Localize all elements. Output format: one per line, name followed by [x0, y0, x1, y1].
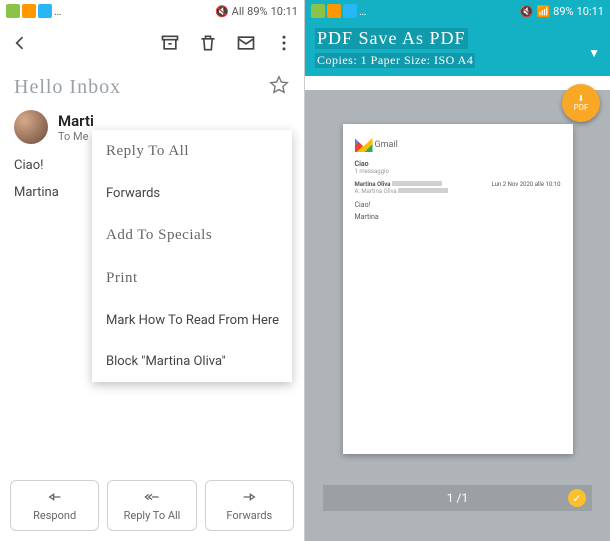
preview-body-line: Ciao! — [355, 201, 561, 209]
status-more: … — [359, 5, 366, 18]
email-view-screen: … 🔇 All 89% 10:11 Hello Inbox — [0, 0, 305, 541]
more-icon[interactable] — [274, 33, 294, 57]
wifi-icon: 📶 — [536, 5, 550, 18]
reply-all-button[interactable]: Reply To All — [107, 480, 196, 531]
menu-mark-read[interactable]: Mark How To Read From Here — [92, 300, 292, 341]
time-label: 10:11 — [577, 5, 604, 18]
save-pdf-button[interactable]: ⬇ PDF — [562, 84, 600, 122]
menu-forwards[interactable]: Forwards — [92, 173, 292, 214]
gmail-text: Gmail — [375, 140, 398, 150]
menu-block[interactable]: Block "Martina Oliva" — [92, 341, 292, 382]
battery-label: 89% — [247, 5, 267, 18]
battery-label: 89% — [553, 5, 573, 18]
status-bar: … 🔇 📶 89% 10:11 — [305, 0, 610, 22]
status-icon — [311, 4, 325, 18]
subject-row: Hello Inbox — [0, 68, 304, 104]
preview-subject: Ciao — [355, 160, 561, 168]
print-destination: PDF Save As PDF — [315, 28, 468, 49]
forwards-button[interactable]: Forwards — [205, 480, 294, 531]
respond-label: Respond — [33, 509, 76, 522]
sender-recipient: To Me — [58, 130, 94, 143]
page-indicator: 1 /1 ✓ — [323, 485, 592, 511]
forwards-label: Forwards — [226, 509, 272, 522]
sender-name: Marti — [58, 112, 94, 130]
menu-reply-all[interactable]: Reply To All — [92, 130, 292, 173]
chevron-down-icon[interactable]: ▼ — [588, 46, 600, 60]
respond-button[interactable]: Respond — [10, 480, 99, 531]
signal-label: All — [232, 5, 245, 18]
status-bar: … 🔇 All 89% 10:11 — [0, 0, 304, 22]
preview-date: Lun 2 Nov 2020 alle 10:10 — [492, 181, 561, 188]
status-icon — [343, 4, 357, 18]
menu-print[interactable]: Print — [92, 257, 292, 300]
status-icon — [327, 4, 341, 18]
page-count: 1 /1 — [447, 491, 468, 505]
preview-area: Gmail Ciao 1 messaggio Martina Oliva Lun… — [305, 90, 610, 541]
mute-icon: 🔇 — [520, 5, 534, 18]
avatar[interactable] — [14, 110, 48, 144]
redacted — [398, 188, 448, 193]
status-icon — [38, 4, 52, 18]
mail-icon[interactable] — [236, 33, 256, 57]
time-label: 10:11 — [271, 5, 298, 18]
status-icon — [22, 4, 36, 18]
redacted — [392, 181, 442, 186]
archive-icon[interactable] — [160, 33, 180, 57]
star-icon[interactable] — [268, 74, 290, 100]
bottom-actions: Respond Reply To All Forwards — [10, 480, 294, 531]
page-selected-icon[interactable]: ✓ — [568, 489, 586, 507]
print-header[interactable]: PDF Save As PDF Copies: 1 Paper Size: IS… — [305, 22, 610, 76]
preview-msgcount: 1 messaggio — [355, 168, 561, 175]
download-icon: ⬇ — [578, 94, 585, 103]
toolbar — [0, 22, 304, 68]
status-more: … — [54, 5, 61, 18]
pdf-label: PDF — [574, 103, 589, 112]
gmail-icon — [355, 138, 373, 152]
back-icon[interactable] — [10, 33, 30, 57]
print-options: Copies: 1 Paper Size: ISO A4 — [315, 53, 475, 68]
preview-from: Martina Oliva — [355, 181, 391, 188]
gmail-logo: Gmail — [355, 138, 561, 152]
context-menu: Reply To All Forwards Add To Specials Pr… — [92, 130, 292, 382]
mute-icon: 🔇 — [215, 5, 229, 18]
print-preview-screen: … 🔇 📶 89% 10:11 PDF Save As PDF Copies: … — [305, 0, 610, 541]
menu-add-specials[interactable]: Add To Specials — [92, 214, 292, 257]
reply-all-label: Reply To All — [124, 509, 181, 522]
status-icon — [6, 4, 20, 18]
preview-body-line: Martina — [355, 213, 561, 221]
trash-icon[interactable] — [198, 33, 218, 57]
preview-to: A: Martina Oliva — [355, 188, 397, 195]
page-preview[interactable]: Gmail Ciao 1 messaggio Martina Oliva Lun… — [343, 124, 573, 454]
email-subject: Hello Inbox — [14, 76, 121, 99]
